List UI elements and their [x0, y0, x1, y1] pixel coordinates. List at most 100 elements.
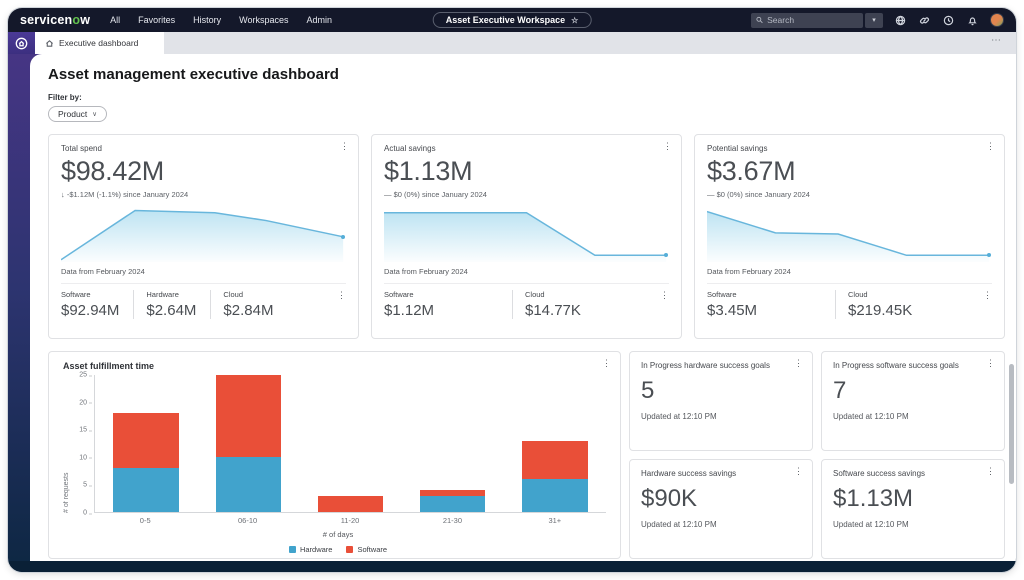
- bar-slot: [402, 375, 504, 512]
- trend-chart-potential-savings: [707, 206, 992, 262]
- bar-segment-hardware[interactable]: [522, 479, 587, 512]
- bar-segment-software[interactable]: [522, 441, 587, 479]
- bar-segment-software[interactable]: [318, 496, 383, 512]
- tab-overflow-ellipsis[interactable]: ⋯: [991, 35, 1002, 46]
- kpi-title: Actual savings: [384, 144, 669, 153]
- trend-chart-actual-savings: [384, 206, 669, 262]
- servicenow-logo[interactable]: servicenow: [20, 13, 90, 27]
- kebab-menu-icon[interactable]: ⋮: [660, 290, 669, 301]
- bottom-row: Asset fulfillment time ⋮ # of requests 0…: [48, 351, 1005, 559]
- stacked-bar-31+[interactable]: [522, 441, 587, 512]
- card-software-goals: In Progress software success goals ⋮ 7 U…: [821, 351, 1005, 451]
- tab-label: Executive dashboard: [59, 38, 138, 48]
- breakdown-value: $2.64M: [146, 302, 196, 319]
- legend-label: Hardware: [300, 545, 333, 554]
- legend-item-hardware[interactable]: Hardware: [289, 545, 333, 554]
- top-navbar: servicenow All Favorites History Workspa…: [8, 8, 1016, 32]
- goal-value: $1.13M: [833, 485, 993, 513]
- bar-segment-software[interactable]: [113, 413, 178, 468]
- kebab-menu-icon[interactable]: ⋮: [794, 467, 803, 476]
- search-scope-dropdown[interactable]: ▾: [865, 13, 883, 28]
- bar-segment-hardware[interactable]: [216, 457, 281, 512]
- tab-executive-dashboard[interactable]: Executive dashboard: [35, 32, 164, 54]
- breakdown-label: Cloud: [525, 290, 581, 299]
- kpi-delta: ↓ -$1.12M (-1.1%) since January 2024: [61, 190, 346, 199]
- search-icon: [756, 16, 763, 24]
- bar-slot: [95, 375, 197, 512]
- kebab-menu-icon[interactable]: ⋮: [340, 142, 349, 151]
- goal-title: Hardware success savings: [641, 469, 801, 478]
- bar-slot: [299, 375, 401, 512]
- bell-icon[interactable]: [966, 14, 979, 27]
- breakdown-label: Hardware: [146, 290, 196, 299]
- kpi-value: $98.42M: [61, 156, 346, 187]
- nav-item-admin[interactable]: Admin: [307, 15, 333, 25]
- kpi-delta: — $0 (0%) since January 2024: [707, 190, 992, 199]
- link-icon[interactable]: [918, 14, 931, 27]
- goal-updated: Updated at 12:10 PM: [833, 520, 993, 529]
- data-note: Data from February 2024: [384, 267, 669, 276]
- product-filter-dropdown[interactable]: Product ∨: [48, 106, 107, 122]
- plot-area: [94, 375, 606, 513]
- trend-flat-icon: —: [707, 190, 715, 199]
- bar-segment-software[interactable]: [216, 375, 281, 457]
- workspace-title-pill[interactable]: Asset Executive Workspace ☆: [433, 12, 592, 28]
- home-icon: [15, 37, 28, 50]
- kebab-menu-icon[interactable]: ⋮: [794, 359, 803, 368]
- bar-segment-software[interactable]: [420, 490, 485, 495]
- y-tick-label: 25: [79, 372, 87, 379]
- search-field[interactable]: [751, 13, 863, 28]
- filter-value: Product: [58, 109, 87, 119]
- goal-updated: Updated at 12:10 PM: [641, 520, 801, 529]
- globe-icon[interactable]: [894, 14, 907, 27]
- nav-item-workspaces[interactable]: Workspaces: [239, 15, 288, 25]
- delta-text: $0 (0%) since January 2024: [717, 190, 810, 199]
- favorite-star-icon[interactable]: ☆: [571, 16, 578, 25]
- vertical-scrollbar[interactable]: [1009, 364, 1014, 484]
- y-axis-title: # of requests: [63, 375, 70, 513]
- legend-swatch: [346, 546, 353, 553]
- logo-text-end: w: [80, 13, 90, 27]
- global-search: ▾: [751, 13, 883, 28]
- user-avatar[interactable]: [990, 13, 1004, 27]
- nav-item-history[interactable]: History: [193, 15, 221, 25]
- breakdown-value: $14.77K: [525, 302, 581, 319]
- y-axis: 0510152025: [70, 375, 94, 513]
- home-button[interactable]: [8, 32, 35, 54]
- card-hardware-goals: In Progress hardware success goals ⋮ 5 U…: [629, 351, 813, 451]
- bar-slot: [197, 375, 299, 512]
- breakdown-value: $219.45K: [848, 302, 912, 319]
- bar-segment-hardware[interactable]: [420, 496, 485, 512]
- kebab-menu-icon[interactable]: ⋮: [663, 142, 672, 151]
- kebab-menu-icon[interactable]: ⋮: [602, 359, 611, 368]
- nav-item-favorites[interactable]: Favorites: [138, 15, 175, 25]
- stacked-bar-06-10[interactable]: [216, 375, 281, 512]
- stacked-bar-21-30[interactable]: [420, 490, 485, 512]
- stacked-bar-0-5[interactable]: [113, 413, 178, 512]
- asset-fulfillment-chart: # of requests 0510152025 0-506-1011-2021…: [63, 375, 606, 554]
- kebab-menu-icon[interactable]: ⋮: [986, 359, 995, 368]
- dashboard-panel: Asset management executive dashboard Fil…: [30, 54, 1016, 572]
- nav-item-all[interactable]: All: [110, 15, 120, 25]
- goal-value: $90K: [641, 485, 801, 513]
- legend-item-software[interactable]: Software: [346, 545, 387, 554]
- clock-icon[interactable]: [942, 14, 955, 27]
- kebab-menu-icon[interactable]: ⋮: [986, 467, 995, 476]
- y-tick-label: 10: [79, 454, 87, 461]
- delta-text: -$1.12M (-1.1%) since January 2024: [67, 190, 188, 199]
- stacked-bar-11-20[interactable]: [318, 496, 383, 512]
- goal-value: 5: [641, 377, 801, 405]
- bar-segment-hardware[interactable]: [113, 468, 178, 512]
- kebab-menu-icon[interactable]: ⋮: [337, 290, 346, 301]
- goal-value: 7: [833, 377, 993, 405]
- kebab-menu-icon[interactable]: ⋮: [983, 290, 992, 301]
- workspace-title: Asset Executive Workspace: [446, 15, 565, 25]
- goal-title: In Progress hardware success goals: [641, 361, 801, 370]
- search-input[interactable]: [767, 15, 858, 25]
- kpi-title: Total spend: [61, 144, 346, 153]
- y-tick-label: 5: [83, 482, 87, 489]
- nav-menu: All Favorites History Workspaces Admin: [110, 15, 332, 25]
- breakdown-hardware: Hardware $2.64M: [133, 290, 210, 319]
- kebab-menu-icon[interactable]: ⋮: [986, 142, 995, 151]
- breakdown-value: $2.84M: [223, 302, 273, 319]
